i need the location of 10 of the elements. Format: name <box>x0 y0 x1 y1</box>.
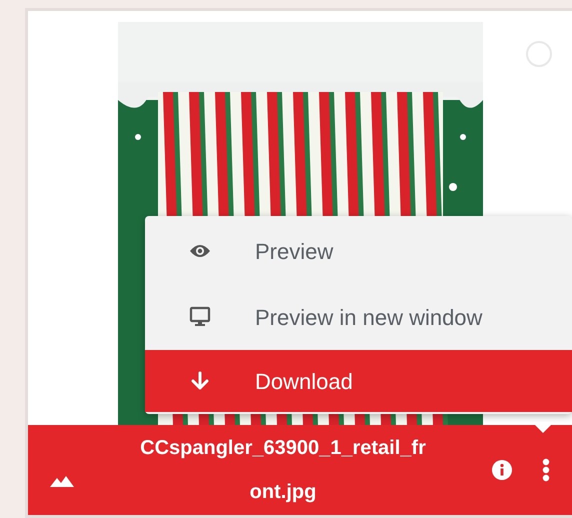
menu-item[interactable]: Download <box>145 350 572 412</box>
more-options-icon[interactable] <box>542 458 550 482</box>
monitor-icon <box>189 306 211 328</box>
menu-item[interactable]: Preview in new window <box>145 284 572 350</box>
info-icon[interactable] <box>492 460 512 480</box>
file-name: CCspangler_63900_1_retail_front.jpg <box>140 436 426 505</box>
eye-icon <box>189 243 211 259</box>
arrow-down-icon <box>191 371 209 391</box>
menu-item[interactable]: Preview <box>145 218 572 284</box>
image-icon <box>50 475 74 487</box>
